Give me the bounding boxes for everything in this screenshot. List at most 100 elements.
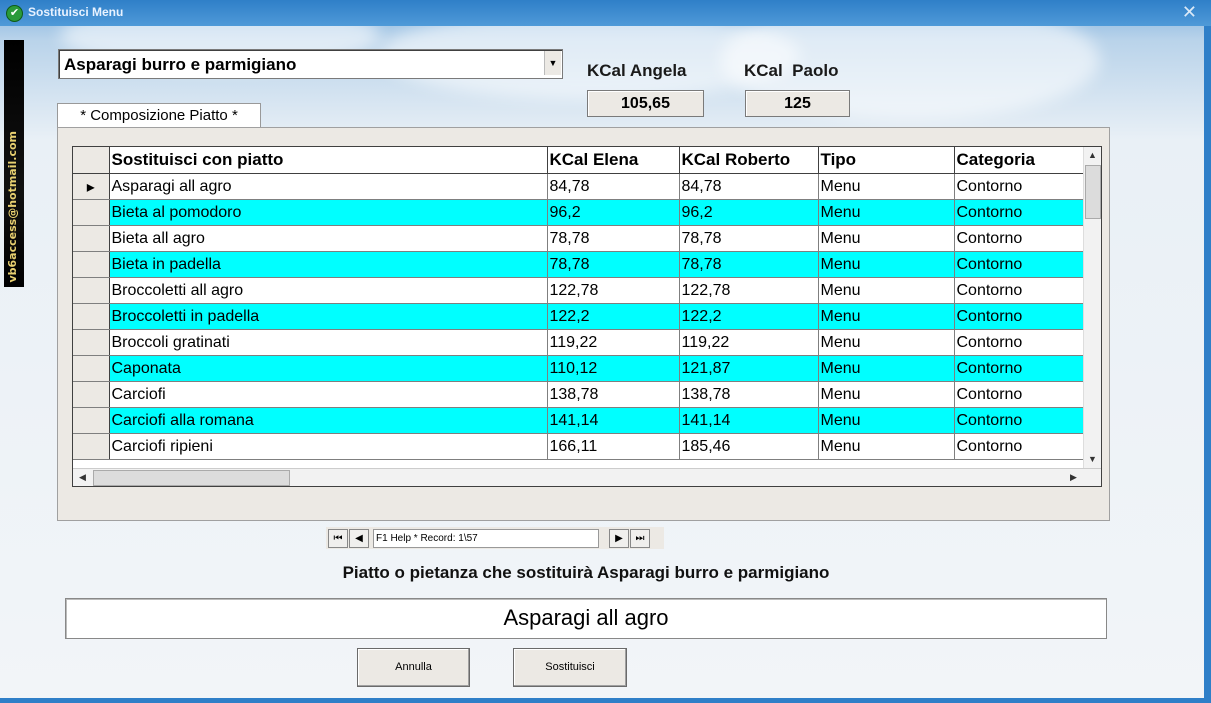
table-cell[interactable]: Contorno xyxy=(954,173,1085,200)
table-cell[interactable]: Menu xyxy=(818,277,955,304)
cancel-button[interactable]: Annulla xyxy=(357,648,470,687)
table-cell[interactable]: 110,12 xyxy=(547,355,680,382)
row-selector[interactable] xyxy=(73,407,110,434)
next-record-icon[interactable]: ▶ xyxy=(609,529,629,548)
replace-button[interactable]: Sostituisci xyxy=(513,648,627,687)
table-cell[interactable]: Menu xyxy=(818,173,955,200)
table-cell[interactable]: Menu xyxy=(818,355,955,382)
table-cell[interactable]: Carciofi xyxy=(109,381,548,408)
table-cell[interactable]: 78,78 xyxy=(547,225,680,252)
table-cell[interactable]: Carciofi ripieni xyxy=(109,433,548,460)
row-selector[interactable] xyxy=(73,329,110,356)
row-selector[interactable] xyxy=(73,251,110,278)
column-header[interactable]: Sostituisci con piatto xyxy=(109,147,548,174)
table-cell[interactable]: Contorno xyxy=(954,433,1085,460)
table-cell[interactable]: Broccoletti in padella xyxy=(109,303,548,330)
table-cell[interactable]: Contorno xyxy=(954,329,1085,356)
table-cell[interactable]: Contorno xyxy=(954,381,1085,408)
row-selector[interactable] xyxy=(73,225,110,252)
column-header[interactable]: Categoria xyxy=(954,147,1085,174)
table-cell[interactable]: 84,78 xyxy=(679,173,819,200)
table-cell[interactable]: Contorno xyxy=(954,277,1085,304)
table-cell[interactable]: Menu xyxy=(818,433,955,460)
dish-select[interactable]: Asparagi burro e parmigiano ▼ xyxy=(58,49,563,79)
row-selector[interactable] xyxy=(73,381,110,408)
table-cell[interactable]: Menu xyxy=(818,329,955,356)
table-row[interactable]: Carciofi alla romana 141,14 141,14 Menu Cont… xyxy=(73,407,1085,434)
table-cell[interactable]: Menu xyxy=(818,303,955,330)
tab-composizione-piatto[interactable]: * Composizione Piatto * xyxy=(57,103,261,128)
table-cell[interactable]: 119,22 xyxy=(547,329,680,356)
row-selector[interactable] xyxy=(73,199,110,226)
table-row[interactable]: ▸ Asparagi all agro 84,78 84,78 Menu Contorno xyxy=(73,173,1085,200)
horizontal-scrollbar[interactable]: ◀ ▶ xyxy=(73,468,1101,486)
table-cell[interactable]: Bieta all agro xyxy=(109,225,548,252)
table-cell[interactable]: Caponata xyxy=(109,355,548,382)
table-cell[interactable]: 78,78 xyxy=(679,225,819,252)
table-cell[interactable]: 185,46 xyxy=(679,433,819,460)
table-cell[interactable]: 166,11 xyxy=(547,433,680,460)
table-cell[interactable]: Contorno xyxy=(954,225,1085,252)
table-cell[interactable]: 122,78 xyxy=(679,277,819,304)
table-cell[interactable]: 78,78 xyxy=(679,251,819,278)
record-pointer-icon[interactable]: ▸ xyxy=(73,173,110,200)
table-cell[interactable]: Contorno xyxy=(954,199,1085,226)
table-cell[interactable]: Menu xyxy=(818,225,955,252)
table-cell[interactable]: 141,14 xyxy=(679,407,819,434)
table-cell[interactable]: 138,78 xyxy=(547,381,680,408)
last-record-icon[interactable]: ⏭ xyxy=(630,529,650,548)
table-cell[interactable]: 141,14 xyxy=(547,407,680,434)
table-cell[interactable]: 78,78 xyxy=(547,251,680,278)
table-cell[interactable]: Menu xyxy=(818,381,955,408)
table-row[interactable]: Carciofi 138,78 138,78 Menu Contorno xyxy=(73,381,1085,408)
scroll-left-icon[interactable]: ◀ xyxy=(75,470,90,485)
table-cell[interactable]: 96,2 xyxy=(679,199,819,226)
chevron-down-icon[interactable]: ▼ xyxy=(544,51,561,75)
table-cell[interactable]: Menu xyxy=(818,407,955,434)
column-header[interactable]: KCal Elena xyxy=(547,147,680,174)
scrollbar-thumb[interactable] xyxy=(93,470,290,486)
table-cell[interactable]: Asparagi all agro xyxy=(109,173,548,200)
table-cell[interactable]: Contorno xyxy=(954,251,1085,278)
table-cell[interactable]: Carciofi alla romana xyxy=(109,407,548,434)
table-cell[interactable]: Bieta al pomodoro xyxy=(109,199,548,226)
row-selector[interactable] xyxy=(73,277,110,304)
scroll-down-icon[interactable]: ▼ xyxy=(1085,452,1100,467)
table-cell[interactable]: 122,2 xyxy=(547,303,680,330)
table-cell[interactable]: 122,78 xyxy=(547,277,680,304)
dish-grid[interactable]: Sostituisci con piatto KCal Elena KCal R… xyxy=(72,146,1102,487)
table-cell[interactable]: 122,2 xyxy=(679,303,819,330)
table-cell[interactable]: 119,22 xyxy=(679,329,819,356)
table-cell[interactable]: Menu xyxy=(818,251,955,278)
table-cell[interactable]: Broccoletti all agro xyxy=(109,277,548,304)
vertical-scrollbar[interactable]: ▲ ▼ xyxy=(1083,147,1101,468)
table-cell[interactable]: 96,2 xyxy=(547,199,680,226)
table-row[interactable]: Broccoli gratinati 119,22 119,22 Menu Contor… xyxy=(73,329,1085,356)
table-row[interactable]: Broccoletti in padella 122,2 122,2 Menu Cont… xyxy=(73,303,1085,330)
first-record-icon[interactable]: ⏮ xyxy=(328,529,348,548)
table-row[interactable]: Bieta in padella 78,78 78,78 Menu Contorno xyxy=(73,251,1085,278)
scroll-up-icon[interactable]: ▲ xyxy=(1085,148,1100,163)
table-cell[interactable]: 138,78 xyxy=(679,381,819,408)
table-row[interactable]: Carciofi ripieni 166,11 185,46 Menu Contorno xyxy=(73,433,1085,460)
table-cell[interactable]: Broccoli gratinati xyxy=(109,329,548,356)
table-row[interactable]: Bieta al pomodoro 96,2 96,2 Menu Contorno xyxy=(73,199,1085,226)
column-header[interactable]: Tipo xyxy=(818,147,955,174)
row-selector[interactable] xyxy=(73,433,110,460)
close-icon[interactable]: ✕ xyxy=(1182,2,1197,23)
scrollbar-thumb[interactable] xyxy=(1085,165,1101,219)
table-row[interactable]: Caponata 110,12 121,87 Menu Contorno xyxy=(73,355,1085,382)
table-cell[interactable]: Contorno xyxy=(954,355,1085,382)
table-cell[interactable]: Bieta in padella xyxy=(109,251,548,278)
row-selector[interactable] xyxy=(73,303,110,330)
table-cell[interactable]: Contorno xyxy=(954,303,1085,330)
column-header[interactable]: KCal Roberto xyxy=(679,147,819,174)
table-row[interactable]: Broccoletti all agro 122,78 122,78 Menu Cont… xyxy=(73,277,1085,304)
row-selector[interactable] xyxy=(73,355,110,382)
table-row[interactable]: Bieta all agro 78,78 78,78 Menu Contorno xyxy=(73,225,1085,252)
table-cell[interactable]: 84,78 xyxy=(547,173,680,200)
table-cell[interactable]: Menu xyxy=(818,199,955,226)
table-cell[interactable]: Contorno xyxy=(954,407,1085,434)
table-cell[interactable]: 121,87 xyxy=(679,355,819,382)
scroll-right-icon[interactable]: ▶ xyxy=(1066,470,1081,485)
